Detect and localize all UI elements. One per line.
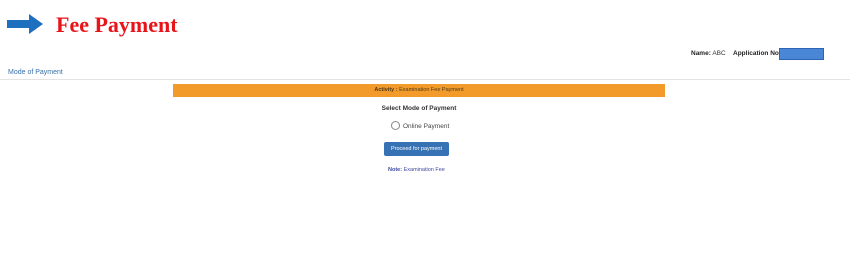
- note-label: Note:: [388, 167, 403, 173]
- activity-bar: Activity : Examination Fee Payment: [173, 84, 665, 97]
- note-value: Examination Fee: [403, 167, 445, 173]
- note: Note: Examination Fee: [388, 166, 445, 175]
- applicant-name: Name: ABC: [691, 49, 726, 58]
- name-value: ABC: [712, 50, 726, 57]
- application-number: Application No:: [733, 49, 781, 58]
- divider: [0, 79, 850, 80]
- application-number-label: Application No:: [733, 50, 782, 57]
- activity-value: Examination Fee Payment: [399, 87, 464, 93]
- payment-mode-heading: Select Mode of Payment: [381, 105, 457, 112]
- online-payment-radio[interactable]: [391, 121, 400, 130]
- online-payment-label[interactable]: Online Payment: [403, 122, 449, 131]
- name-label: Name:: [691, 50, 711, 57]
- application-number-redacted: [779, 48, 824, 60]
- section-title: Mode of Payment: [8, 69, 63, 76]
- activity-label: Activity :: [374, 87, 398, 93]
- proceed-payment-button[interactable]: Proceed for payment: [384, 142, 449, 156]
- right-arrow-icon: [7, 14, 43, 34]
- page-title: Fee Payment: [56, 12, 178, 37]
